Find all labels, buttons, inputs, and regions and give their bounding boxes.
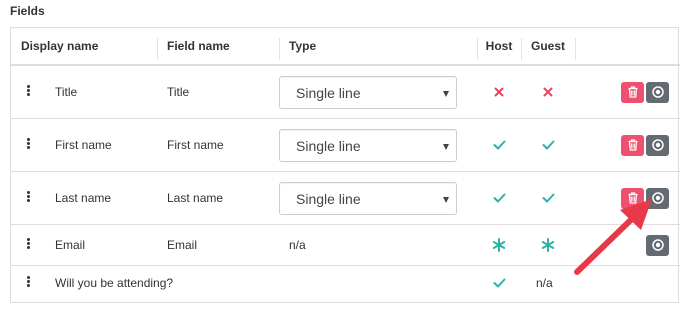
guest-cell [521, 224, 575, 266]
display-name-cell: First name [45, 118, 157, 172]
type-select[interactable]: Single line [279, 75, 457, 109]
type-cell: Single line [279, 118, 477, 172]
type-select-value: Single line [296, 190, 361, 207]
display-name-cell: Will you be attending? [45, 265, 477, 300]
type-cell: Single line [279, 171, 477, 225]
table-row: Last name Last name Single line [11, 171, 680, 225]
header-type: Type [279, 28, 477, 66]
actions-cell [575, 265, 680, 300]
view-button[interactable] [646, 134, 669, 156]
check-icon [493, 193, 505, 203]
table-row: First name First name Single line [11, 118, 680, 172]
host-cell [477, 64, 521, 119]
guest-cell [521, 171, 575, 225]
host-cell [477, 224, 521, 266]
display-name-cell: Title [45, 64, 157, 119]
asterisk-icon [492, 238, 506, 252]
drag-handle[interactable] [11, 224, 45, 266]
type-select[interactable]: Single line [279, 181, 457, 215]
actions-cell [575, 64, 680, 119]
cross-icon [494, 87, 504, 97]
table-row: Will you be attending? n/a [11, 265, 680, 300]
field-name-cell: Email [157, 224, 279, 266]
guest-cell: n/a [521, 265, 575, 300]
drag-handle[interactable] [11, 171, 45, 225]
delete-button[interactable] [621, 187, 644, 209]
asterisk-icon [541, 238, 555, 252]
header-guest: Guest [521, 28, 575, 66]
circle-dot-icon [651, 239, 664, 251]
check-icon [493, 278, 505, 288]
type-cell: Single line [279, 64, 477, 119]
drag-handle-icon[interactable] [26, 190, 30, 203]
chevron-down-icon [443, 196, 449, 203]
cross-icon [543, 87, 553, 97]
trash-icon [628, 139, 637, 151]
check-icon [542, 140, 554, 150]
chevron-down-icon [443, 90, 449, 97]
host-cell [477, 118, 521, 172]
view-button[interactable] [646, 81, 669, 103]
table-row: Email Email n/a [11, 224, 680, 266]
fields-table: Display name Field name Type Host Guest [11, 28, 680, 300]
drag-handle[interactable] [11, 265, 45, 300]
field-name-cell: Last name [157, 171, 279, 225]
header-host: Host [477, 28, 521, 66]
host-cell [477, 171, 521, 225]
actions-cell [575, 224, 680, 266]
trash-icon [628, 192, 637, 204]
delete-button[interactable] [621, 81, 644, 103]
circle-dot-icon [651, 139, 664, 151]
header-actions [575, 28, 680, 66]
display-name-cell: Last name [45, 171, 157, 225]
drag-handle-icon[interactable] [26, 84, 30, 97]
type-select-value: Single line [296, 137, 361, 154]
actions-cell [575, 118, 680, 172]
header-display-name: Display name [11, 28, 157, 66]
check-icon [542, 193, 554, 203]
circle-dot-icon [651, 192, 664, 204]
check-icon [493, 140, 505, 150]
circle-dot-icon [651, 86, 664, 98]
drag-handle-icon[interactable] [26, 275, 30, 288]
type-select-value: Single line [296, 84, 361, 101]
view-button[interactable] [646, 234, 669, 256]
section-title: Fields [10, 4, 45, 18]
header-field-name: Field name [157, 28, 279, 66]
type-select[interactable]: Single line [279, 128, 457, 162]
drag-handle[interactable] [11, 64, 45, 119]
trash-icon [628, 86, 637, 98]
drag-handle[interactable] [11, 118, 45, 172]
table-row: Title Title Single line [11, 64, 680, 119]
guest-cell [521, 118, 575, 172]
actions-cell [575, 171, 680, 225]
delete-button[interactable] [621, 134, 644, 156]
field-name-cell: Title [157, 64, 279, 119]
view-button[interactable] [646, 187, 669, 209]
guest-cell [521, 64, 575, 119]
host-cell [477, 265, 521, 300]
drag-handle-icon[interactable] [26, 237, 30, 250]
type-cell: n/a [279, 224, 477, 266]
table-header-row: Display name Field name Type Host Guest [11, 28, 680, 66]
fields-table-panel: Display name Field name Type Host Guest [10, 27, 680, 303]
field-name-cell: First name [157, 118, 279, 172]
chevron-down-icon [443, 143, 449, 150]
display-name-cell: Email [45, 224, 157, 266]
drag-handle-icon[interactable] [26, 137, 30, 150]
